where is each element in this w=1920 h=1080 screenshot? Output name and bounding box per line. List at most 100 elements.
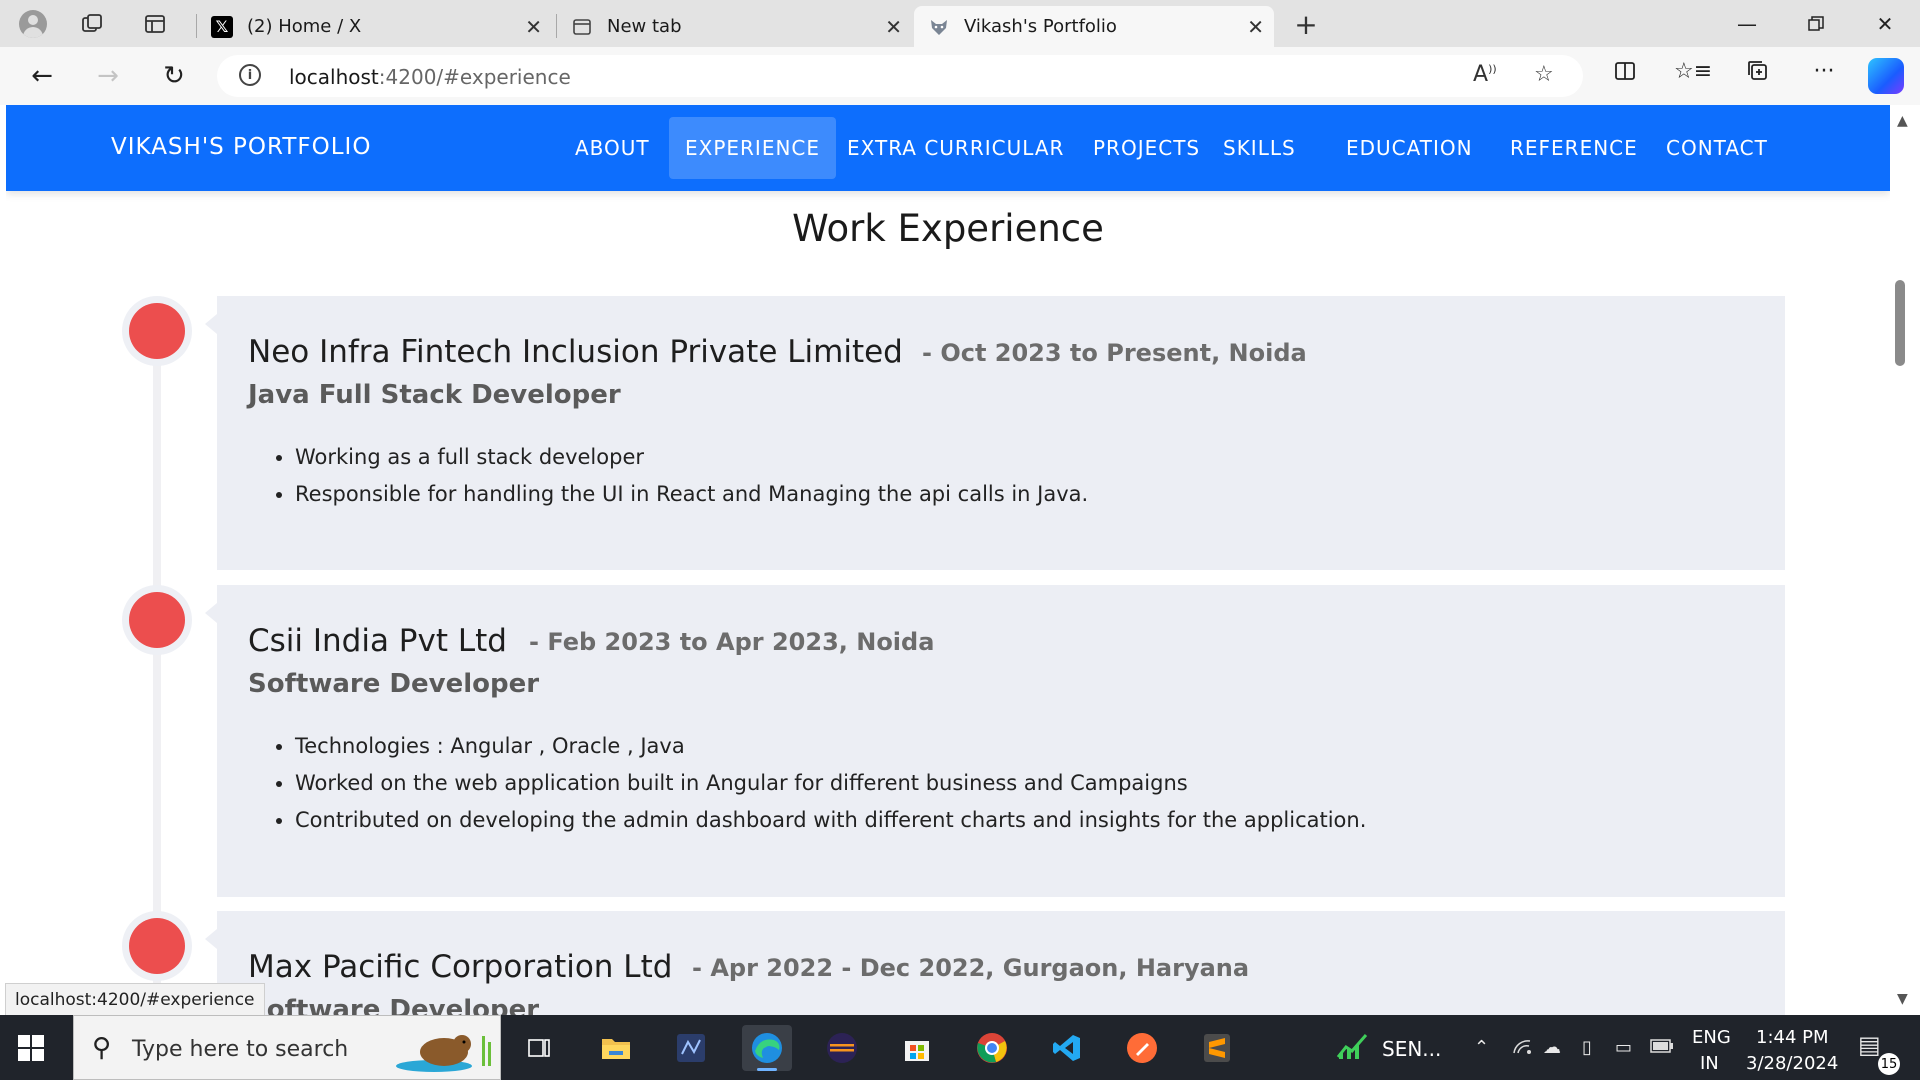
scroll-down-arrow-icon[interactable]: ▼ bbox=[1897, 991, 1908, 1007]
tab-title: (2) Home / X bbox=[247, 16, 362, 37]
job-role: Software Developer bbox=[248, 669, 540, 699]
new-tab-icon bbox=[571, 16, 593, 38]
clock-date[interactable]: 3/28/2024 bbox=[1746, 1053, 1838, 1074]
task-view-icon[interactable] bbox=[514, 1025, 564, 1071]
site-info-icon[interactable]: i bbox=[239, 64, 261, 86]
list-item: Responsible for handling the UI in React… bbox=[295, 476, 1088, 513]
back-arrow-icon[interactable]: ← bbox=[23, 57, 61, 95]
region-indicator[interactable]: IN bbox=[1700, 1053, 1719, 1074]
file-explorer-icon[interactable] bbox=[591, 1025, 641, 1071]
nav-skills[interactable]: SKILLS bbox=[1207, 117, 1312, 179]
notification-center-icon[interactable]: ▤ bbox=[1858, 1031, 1881, 1059]
site-navbar: VIKASH'S PORTFOLIO ABOUT EXPERIENCE EXTR… bbox=[6, 105, 1890, 191]
job-role: Java Full Stack Developer bbox=[248, 380, 621, 410]
experience-card: Csii India Pvt Ltd - Feb 2023 to Apr 202… bbox=[205, 585, 1785, 897]
eclipse-ide-icon[interactable] bbox=[817, 1025, 867, 1071]
nav-education[interactable]: EDUCATION bbox=[1330, 117, 1489, 179]
app-shortcut-icon[interactable] bbox=[666, 1025, 716, 1071]
close-icon[interactable]: ✕ bbox=[1247, 15, 1264, 39]
job-dates: - Apr 2022 - Dec 2022, Gurgaon, Haryana bbox=[692, 954, 1250, 982]
battery-icon[interactable] bbox=[1650, 1037, 1674, 1058]
page-scrollbar[interactable]: ▲ ▼ bbox=[1890, 105, 1920, 1015]
job-dates: - Feb 2023 to Apr 2023, Noida bbox=[529, 628, 935, 656]
search-placeholder: Type here to search bbox=[132, 1037, 349, 1062]
scroll-thumb[interactable] bbox=[1895, 280, 1905, 366]
collections-icon[interactable] bbox=[1741, 59, 1775, 89]
favorite-star-icon[interactable]: ☆ bbox=[1534, 62, 1554, 87]
windows-start-icon[interactable] bbox=[18, 1035, 44, 1061]
x-logo-icon: 𝕏 bbox=[211, 15, 233, 38]
nav-extra-curricular[interactable]: EXTRA CURRICULAR bbox=[831, 117, 1080, 179]
timeline-dot bbox=[122, 585, 192, 655]
timeline-dot bbox=[122, 296, 192, 366]
nav-reference[interactable]: REFERENCE bbox=[1494, 117, 1654, 179]
forward-arrow-icon[interactable]: → bbox=[89, 57, 127, 95]
read-aloud-icon[interactable]: A)) bbox=[1473, 62, 1497, 87]
close-icon[interactable]: ✕ bbox=[885, 15, 902, 39]
tab-x-home[interactable]: 𝕏 (2) Home / X ✕ bbox=[197, 6, 552, 47]
language-indicator[interactable]: ENG bbox=[1692, 1027, 1731, 1048]
list-item: Worked on the web application built in A… bbox=[295, 765, 1366, 802]
browser-toolbar: ← → ↻ i localhost:4200/#experience A)) ☆… bbox=[0, 47, 1920, 105]
vscode-icon[interactable] bbox=[1042, 1025, 1092, 1071]
job-dates: - Oct 2023 to Present, Noida bbox=[922, 339, 1307, 367]
search-icon: ⚲ bbox=[92, 1033, 112, 1063]
list-item: Working as a full stack developer bbox=[295, 439, 1088, 476]
device-icon[interactable]: ▯ bbox=[1582, 1037, 1592, 1058]
close-icon[interactable]: ✕ bbox=[525, 15, 542, 39]
vertical-tabs-icon[interactable] bbox=[139, 8, 171, 40]
restore-icon[interactable] bbox=[1793, 8, 1839, 40]
stock-widget-label[interactable]: SEN... bbox=[1382, 1037, 1441, 1061]
postman-icon[interactable] bbox=[1117, 1025, 1167, 1071]
nav-experience[interactable]: EXPERIENCE bbox=[669, 117, 837, 179]
new-tab-plus-icon[interactable]: + bbox=[1290, 8, 1322, 41]
company-name: Max Pacific Corporation Ltd bbox=[248, 949, 673, 985]
favorites-icon[interactable]: ☆≡ bbox=[1674, 59, 1712, 84]
microsoft-store-icon[interactable] bbox=[892, 1025, 942, 1071]
company-name: Csii India Pvt Ltd bbox=[248, 623, 507, 659]
sublime-text-icon[interactable] bbox=[1192, 1025, 1242, 1071]
nav-projects[interactable]: PROJECTS bbox=[1077, 117, 1216, 179]
tab-portfolio[interactable]: Vikash's Portfolio ✕ bbox=[914, 6, 1274, 47]
onedrive-cloud-icon[interactable]: ☁ bbox=[1543, 1037, 1561, 1058]
stock-chart-icon[interactable] bbox=[1336, 1031, 1370, 1066]
copilot-icon[interactable] bbox=[1868, 58, 1904, 94]
page-viewport: VIKASH'S PORTFOLIO ABOUT EXPERIENCE EXTR… bbox=[6, 105, 1890, 1015]
list-item: Technologies : Angular , Oracle , Java bbox=[295, 728, 1366, 765]
tab-title: Vikash's Portfolio bbox=[964, 16, 1117, 37]
split-screen-icon[interactable] bbox=[1608, 59, 1642, 89]
address-bar[interactable]: i localhost:4200/#experience A)) ☆ bbox=[217, 55, 1583, 97]
wolf-favicon-icon bbox=[928, 16, 950, 38]
refresh-icon[interactable]: ↻ bbox=[155, 57, 193, 95]
site-brand[interactable]: VIKASH'S PORTFOLIO bbox=[111, 134, 371, 160]
job-bullets: Technologies : Angular , Oracle , Java W… bbox=[269, 728, 1366, 839]
edge-browser-icon[interactable] bbox=[742, 1025, 792, 1071]
experience-card: Neo Infra Fintech Inclusion Private Limi… bbox=[205, 296, 1785, 570]
clock-time[interactable]: 1:44 PM bbox=[1756, 1027, 1829, 1048]
link-status-tooltip: localhost:4200/#experience bbox=[5, 983, 265, 1017]
company-name: Neo Infra Fintech Inclusion Private Limi… bbox=[248, 334, 903, 370]
windows-taskbar: ⚲ Type here to search SEN... ⌃ ☁ ▯ ▭ ENG… bbox=[0, 1015, 1920, 1080]
scroll-up-arrow-icon[interactable]: ▲ bbox=[1897, 113, 1908, 129]
job-bullets: Working as a full stack developer Respon… bbox=[269, 439, 1088, 513]
chrome-icon[interactable] bbox=[967, 1025, 1017, 1071]
close-window-icon[interactable]: ✕ bbox=[1862, 8, 1908, 40]
minimize-icon[interactable]: — bbox=[1724, 8, 1770, 40]
url-text[interactable]: localhost:4200/#experience bbox=[289, 65, 571, 89]
tab-title: New tab bbox=[607, 16, 682, 37]
display-icon[interactable]: ▭ bbox=[1615, 1037, 1632, 1058]
more-options-icon[interactable]: ··· bbox=[1807, 59, 1841, 84]
tab-new-tab[interactable]: New tab ✕ bbox=[557, 6, 912, 47]
section-title: Work Experience bbox=[792, 207, 1104, 250]
taskbar-search-box[interactable]: ⚲ Type here to search bbox=[73, 1015, 501, 1080]
chevron-up-icon[interactable]: ⌃ bbox=[1474, 1037, 1489, 1058]
browser-tab-strip: 𝕏 (2) Home / X ✕ New tab ✕ Vikash's Port… bbox=[0, 0, 1920, 47]
nav-contact[interactable]: CONTACT bbox=[1650, 117, 1784, 179]
profile-avatar-icon[interactable] bbox=[17, 8, 49, 40]
search-highlight-capybara-icon bbox=[396, 1035, 491, 1072]
workspaces-icon[interactable] bbox=[76, 8, 108, 40]
nav-about[interactable]: ABOUT bbox=[559, 117, 666, 179]
network-icon[interactable] bbox=[1512, 1037, 1532, 1060]
list-item: Contributed on developing the admin dash… bbox=[295, 802, 1366, 839]
notification-count-badge: 15 bbox=[1878, 1053, 1900, 1075]
